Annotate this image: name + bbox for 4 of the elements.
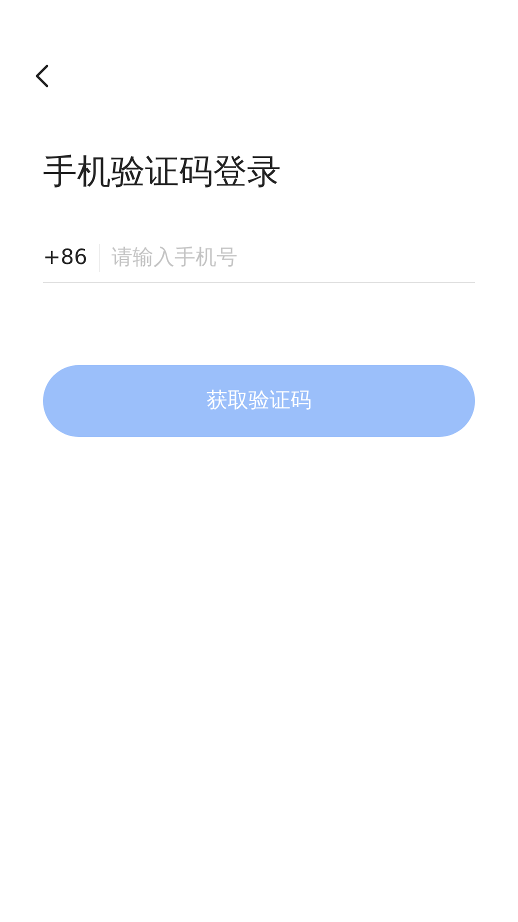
back-icon (35, 64, 49, 88)
phone-input-field[interactable]: 请输入手机号 (111, 242, 475, 274)
page-title: 手机验证码登录 (43, 151, 282, 194)
country-code[interactable]: +86 (43, 242, 88, 274)
